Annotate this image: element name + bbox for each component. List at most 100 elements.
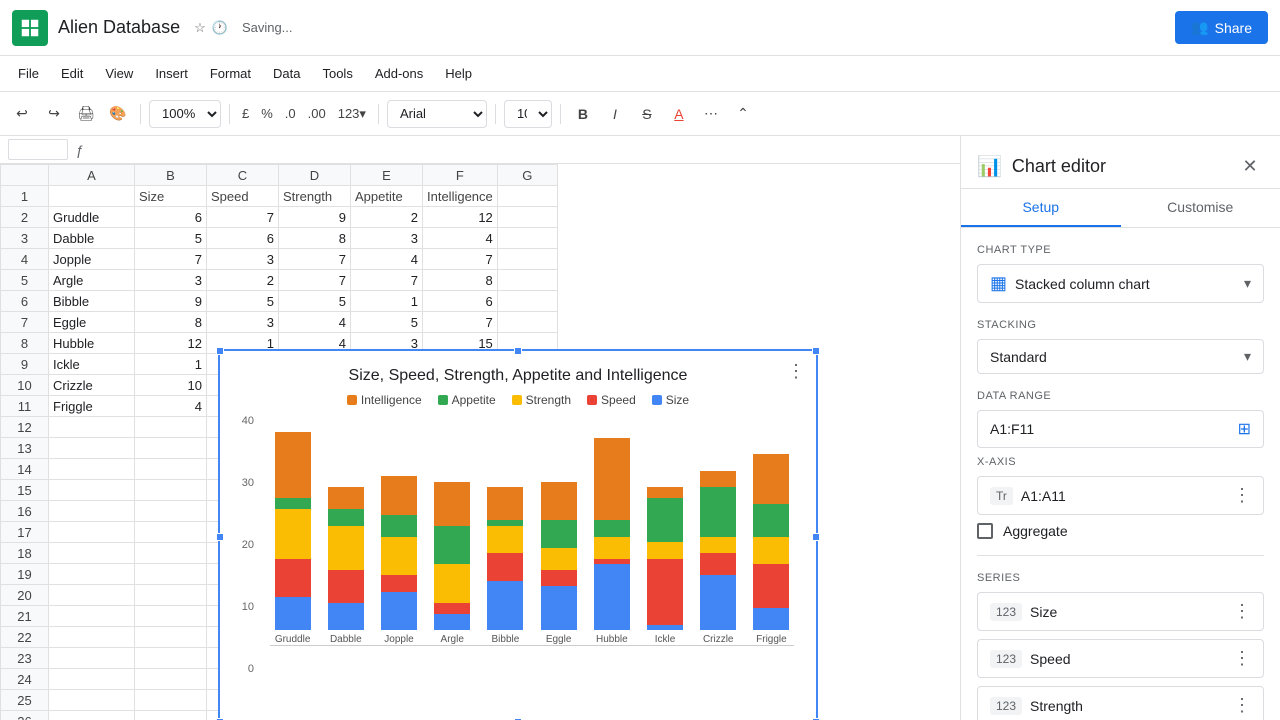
row-header-19[interactable]: 19 [1,564,49,585]
row-header-16[interactable]: 16 [1,501,49,522]
cell-A17[interactable] [49,522,135,543]
print-button[interactable]: 🖨 [72,100,100,128]
col-header-C[interactable]: C [207,165,279,186]
series-size-menu-icon[interactable]: ⋮ [1233,601,1251,622]
row-header-26[interactable]: 26 [1,711,49,720]
cell-B2[interactable]: 6 [135,207,207,228]
row-header-9[interactable]: 9 [1,354,49,375]
row-header-14[interactable]: 14 [1,459,49,480]
cell-A21[interactable] [49,606,135,627]
row-header-2[interactable]: 2 [1,207,49,228]
cell-B11[interactable]: 4 [135,396,207,417]
col-header-A[interactable]: A [49,165,135,186]
bold-button[interactable]: B [569,100,597,128]
stacking-dropdown[interactable]: Standard ▾ [977,339,1264,374]
redo-button[interactable]: ↪ [40,100,68,128]
menu-format[interactable]: Format [200,62,261,85]
cell-E4[interactable]: 4 [351,249,423,270]
cell-A16[interactable] [49,501,135,522]
cell-A4[interactable]: Jopple [49,249,135,270]
cell-D6[interactable]: 5 [279,291,351,312]
series-speed-menu-icon[interactable]: ⋮ [1233,648,1251,669]
cell-E7[interactable]: 5 [351,312,423,333]
cell-B3[interactable]: 5 [135,228,207,249]
cell-G1[interactable] [497,186,557,207]
cell-B16[interactable] [135,501,207,522]
cell-G5[interactable] [497,270,557,291]
cell-A9[interactable]: Ickle [49,354,135,375]
cell-B18[interactable] [135,543,207,564]
series-size[interactable]: 123 Size ⋮ [977,592,1264,631]
cell-B19[interactable] [135,564,207,585]
cell-D7[interactable]: 4 [279,312,351,333]
cell-C2[interactable]: 7 [207,207,279,228]
row-header-24[interactable]: 24 [1,669,49,690]
cell-C4[interactable]: 3 [207,249,279,270]
cell-F4[interactable]: 7 [423,249,498,270]
cell-D4[interactable]: 7 [279,249,351,270]
cell-D1[interactable]: Strength [279,186,351,207]
cell-F5[interactable]: 8 [423,270,498,291]
cell-B1[interactable]: Size [135,186,207,207]
menu-help[interactable]: Help [435,62,482,85]
cell-B9[interactable]: 1 [135,354,207,375]
cell-B25[interactable] [135,690,207,711]
cell-B21[interactable] [135,606,207,627]
cell-D3[interactable]: 8 [279,228,351,249]
row-header-1[interactable]: 1 [1,186,49,207]
row-header-8[interactable]: 8 [1,333,49,354]
cell-C3[interactable]: 6 [207,228,279,249]
zoom-select[interactable]: 100% [149,100,221,128]
cell-reference-input[interactable] [8,139,68,160]
row-header-18[interactable]: 18 [1,543,49,564]
x-axis-field[interactable]: Tr A1:A11 ⋮ [977,476,1264,515]
cell-G6[interactable] [497,291,557,312]
row-header-5[interactable]: 5 [1,270,49,291]
cell-A8[interactable]: Hubble [49,333,135,354]
cell-A20[interactable] [49,585,135,606]
cell-G2[interactable] [497,207,557,228]
row-header-3[interactable]: 3 [1,228,49,249]
aggregate-checkbox[interactable] [977,523,993,539]
series-strength-menu-icon[interactable]: ⋮ [1233,695,1251,716]
cell-B10[interactable]: 10 [135,375,207,396]
undo-button[interactable]: ↩ [8,100,36,128]
col-header-E[interactable]: E [351,165,423,186]
resize-handle-mr[interactable] [812,533,820,541]
cell-F1[interactable]: Intelligence [423,186,498,207]
cell-G3[interactable] [497,228,557,249]
cell-E2[interactable]: 2 [351,207,423,228]
grid-icon[interactable]: ⊞ [1238,419,1251,439]
cell-F3[interactable]: 4 [423,228,498,249]
cell-B7[interactable]: 8 [135,312,207,333]
col-header-D[interactable]: D [279,165,351,186]
cell-A3[interactable]: Dabble [49,228,135,249]
cell-D5[interactable]: 7 [279,270,351,291]
cell-A12[interactable] [49,417,135,438]
col-header-G[interactable]: G [497,165,557,186]
menu-data[interactable]: Data [263,62,310,85]
text-color-button[interactable]: A [665,100,693,128]
cell-C5[interactable]: 2 [207,270,279,291]
row-header-6[interactable]: 6 [1,291,49,312]
cell-A7[interactable]: Eggle [49,312,135,333]
cell-A19[interactable] [49,564,135,585]
row-header-20[interactable]: 20 [1,585,49,606]
row-header-7[interactable]: 7 [1,312,49,333]
cell-B4[interactable]: 7 [135,249,207,270]
cell-A5[interactable]: Argle [49,270,135,291]
cell-E1[interactable]: Appetite [351,186,423,207]
row-header-17[interactable]: 17 [1,522,49,543]
history-icon[interactable]: 🕐 [212,20,228,36]
italic-button[interactable]: I [601,100,629,128]
resize-handle-tl[interactable] [216,347,224,355]
row-header-12[interactable]: 12 [1,417,49,438]
resize-handle-ml[interactable] [216,533,224,541]
menu-view[interactable]: View [95,62,143,85]
cell-C1[interactable]: Speed [207,186,279,207]
row-header-22[interactable]: 22 [1,627,49,648]
row-header-4[interactable]: 4 [1,249,49,270]
cell-A18[interactable] [49,543,135,564]
cell-A10[interactable]: Crizzle [49,375,135,396]
resize-handle-tr[interactable] [812,347,820,355]
